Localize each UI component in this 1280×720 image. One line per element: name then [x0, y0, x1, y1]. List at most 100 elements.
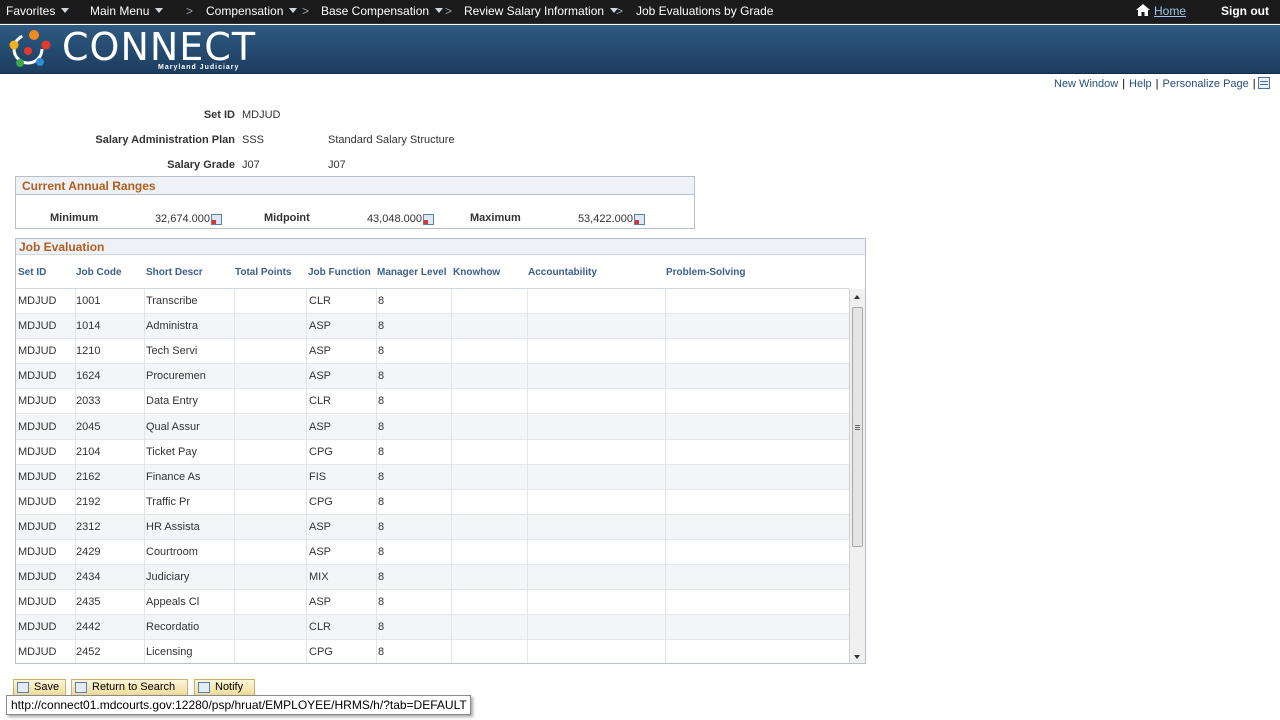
return-to-search-button[interactable]: Return to Search — [71, 679, 188, 696]
notify-button[interactable]: Notify — [194, 679, 255, 696]
cell-manager-level: 8 — [378, 420, 385, 433]
cell-short-descr: HR Assista — [146, 520, 200, 533]
cell-job-function: FIS — [309, 470, 327, 483]
breadcrumb-compensation[interactable]: Compensation — [206, 4, 298, 18]
scrollbar-thumb[interactable] — [852, 307, 863, 547]
calculator-icon[interactable] — [423, 214, 434, 225]
cell-job-function: ASP — [309, 520, 332, 533]
cell-job-code: 1014 — [76, 320, 101, 333]
column-header-knowhow[interactable]: Knowhow — [453, 267, 500, 278]
return-icon — [75, 682, 87, 693]
chevron-down-icon — [61, 8, 70, 13]
cell-job-function: CLR — [309, 621, 332, 634]
cell-job-function: ASP — [309, 345, 332, 358]
table-row: MDJUD 2452 Licensing CPG 8 — [16, 640, 849, 663]
cell-job-code: 2033 — [76, 395, 101, 408]
personalize-page-link[interactable]: Personalize Page — [1163, 78, 1249, 90]
calculator-icon[interactable] — [634, 214, 645, 225]
vertical-scrollbar[interactable] — [849, 289, 865, 663]
cell-short-descr: Recordatio — [146, 621, 200, 634]
cell-job-function: MIX — [309, 571, 329, 584]
table-row: MDJUD 2434 Judiciary MIX 8 — [16, 565, 849, 591]
status-url-tooltip: http://connect01.mdcourts.gov:12280/psp/… — [6, 695, 471, 715]
breadcrumb-separator: > — [445, 4, 453, 18]
column-divider — [451, 289, 452, 663]
page-layout-icon[interactable] — [1258, 77, 1270, 89]
cell-short-descr: Tech Servi — [146, 345, 198, 358]
cell-job-code: 1001 — [76, 295, 101, 307]
column-header-accountability[interactable]: Accountability — [528, 267, 597, 278]
breadcrumb-separator: > — [186, 4, 194, 18]
breadcrumb-base-compensation[interactable]: Base Compensation — [321, 4, 444, 18]
cell-short-descr: Traffic Pr — [146, 495, 191, 508]
column-header-job-function[interactable]: Job Function — [308, 267, 371, 278]
table-row: MDJUD 2435 Appeals Cl ASP 8 — [16, 590, 849, 616]
cell-manager-level: 8 — [378, 395, 385, 408]
column-header-problem-solving[interactable]: Problem-Solving — [666, 267, 745, 278]
cell-job-code: 2045 — [76, 420, 101, 433]
salary-plan-value: SSS — [242, 134, 265, 146]
cell-set-id: MDJUD — [18, 546, 57, 558]
table-row: MDJUD 1014 Administra ASP 8 — [16, 314, 849, 340]
midpoint-label: Midpoint — [264, 212, 310, 224]
save-button[interactable]: Save — [13, 679, 66, 696]
cell-job-code: 2435 — [76, 596, 101, 609]
cell-job-function: CPG — [309, 495, 333, 508]
column-header-job-code[interactable]: Job Code — [76, 267, 122, 278]
cell-manager-level: 8 — [378, 621, 385, 634]
column-divider — [144, 289, 145, 663]
sign-out-link[interactable]: Sign out — [1221, 4, 1269, 18]
table-row: MDJUD 2312 HR Assista ASP 8 — [16, 514, 849, 540]
cell-short-descr: Appeals Cl — [146, 596, 200, 609]
salary-grade-value: J07 — [242, 159, 260, 171]
help-link[interactable]: Help — [1129, 78, 1152, 90]
chevron-down-icon — [435, 8, 444, 13]
cell-manager-level: 8 — [378, 320, 385, 333]
column-header-total-points[interactable]: Total Points — [235, 267, 291, 278]
cell-set-id: MDJUD — [18, 345, 57, 358]
calculator-icon[interactable] — [211, 214, 222, 225]
cell-short-descr: Data Entry — [146, 395, 198, 408]
cell-manager-level: 8 — [378, 495, 385, 508]
cell-manager-level: 8 — [378, 646, 385, 659]
chevron-down-icon — [155, 8, 164, 13]
utility-links: New Window | Help | Personalize Page | — [1054, 78, 1256, 90]
cell-job-function: ASP — [309, 370, 332, 383]
column-divider — [306, 289, 307, 663]
column-divider — [75, 289, 76, 663]
cell-job-function: CLR — [309, 295, 332, 307]
breadcrumb-separator: > — [616, 4, 624, 18]
column-header-short-descr[interactable]: Short Descr — [146, 267, 203, 278]
header-banner: CONNECT Maryland Judiciary — [0, 25, 1280, 74]
cell-job-code: 2452 — [76, 646, 101, 659]
cell-manager-level: 8 — [378, 571, 385, 584]
cell-job-code: 1624 — [76, 370, 101, 383]
breadcrumb-review-salary[interactable]: Review Salary Information — [464, 4, 619, 18]
scroll-up-icon[interactable] — [854, 295, 860, 299]
cell-job-code: 2162 — [76, 470, 101, 483]
column-header-manager-level[interactable]: Manager Level — [377, 267, 446, 278]
cell-set-id: MDJUD — [18, 445, 57, 458]
cell-set-id: MDJUD — [18, 495, 57, 508]
cell-short-descr: Qual Assur — [146, 420, 200, 433]
main-menu[interactable]: Main Menu — [90, 4, 164, 18]
table-row: MDJUD 1001 Transcribe CLR 8 — [16, 289, 849, 314]
column-divider — [527, 289, 528, 663]
minimum-label: Minimum — [50, 212, 99, 224]
cell-manager-level: 8 — [378, 295, 385, 307]
cell-manager-level: 8 — [378, 345, 385, 358]
cell-job-code: 2104 — [76, 445, 101, 458]
current-annual-ranges-box: Current Annual Ranges Minimum 32,674.000… — [15, 176, 695, 229]
cell-set-id: MDJUD — [18, 320, 57, 333]
table-row: MDJUD 2429 Courtroom ASP 8 — [16, 540, 849, 565]
salary-grade-description: J07 — [328, 159, 346, 171]
favorites-menu[interactable]: Favorites — [6, 4, 70, 18]
column-header-set-id[interactable]: Set ID — [18, 267, 46, 278]
scroll-down-icon[interactable] — [854, 655, 860, 659]
home-link[interactable]: Home — [1136, 4, 1186, 18]
new-window-link[interactable]: New Window — [1054, 78, 1118, 90]
table-row: MDJUD 2192 Traffic Pr CPG 8 — [16, 490, 849, 515]
set-id-value: MDJUD — [242, 109, 281, 121]
cell-set-id: MDJUD — [18, 621, 57, 634]
table-row: MDJUD 1210 Tech Servi ASP 8 — [16, 339, 849, 365]
